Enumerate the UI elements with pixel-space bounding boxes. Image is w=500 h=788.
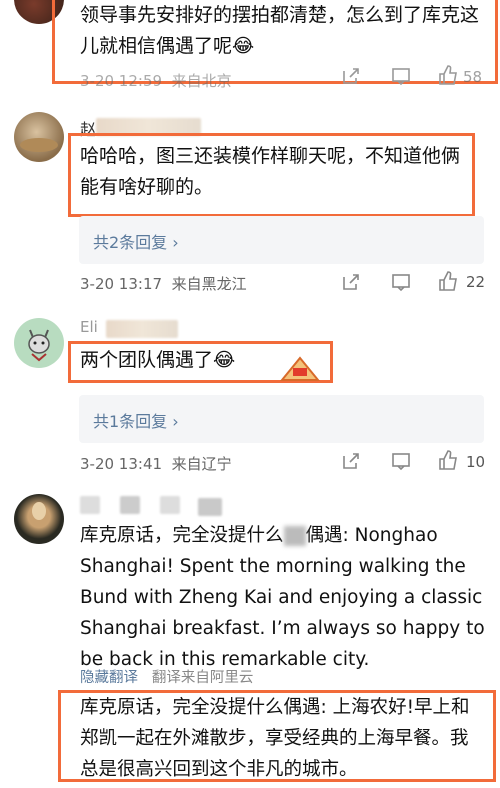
like-count: 22 [466,273,486,291]
username-blurred [198,498,222,516]
translation-meta: 隐藏翻译 翻译来自阿里云 [80,666,253,687]
share-icon[interactable] [341,66,361,86]
comment-timestamp: 3-20 13:41 来自辽宁 [80,455,232,473]
blurred-word [283,526,306,546]
comment-icon[interactable] [391,272,411,292]
comment-text: 哈哈哈，图三还装模作样聊天呢，不知道他俩能有啥好聊的。 [80,145,461,198]
badge-icon [280,356,320,381]
avatar[interactable] [14,494,64,544]
like-count: 10 [466,453,486,471]
avatar[interactable] [14,318,64,368]
like-count: 58 [463,68,483,86]
username-blurred [80,496,100,514]
share-icon[interactable] [341,451,361,471]
username-blurred [160,496,180,514]
comment-text: 领导事先安排好的摆拍都清楚，怎么到了库克这儿就相信偶遇了呢😂 [80,4,480,57]
comment-icon[interactable] [391,451,411,471]
like-icon[interactable] [437,64,459,86]
comment-timestamp: 3-20 12:59 来自北京 [80,72,232,90]
replies-link[interactable]: 共2条回复 › [79,216,484,264]
dog-cartoon-icon [28,329,50,362]
username[interactable]: Eli [80,318,98,336]
comment-icon[interactable] [391,66,411,86]
avatar[interactable] [14,112,64,162]
hide-translation-link[interactable]: 隐藏翻译 [80,670,138,686]
comment-text: 库克原话，完全没提什么 偶遇: Nonghao Shanghai! Spent t… [80,525,485,670]
username-blurred [120,496,140,514]
translation-source: 翻译来自阿里云 [151,670,254,686]
comment-timestamp: 3-20 13:17 来自黑龙江 [80,275,247,293]
translated-text: 库克原话，完全没提什么偶遇: 上海农好!早上和郑凯一起在外滩散步，享受经典的上海… [80,697,470,780]
share-icon[interactable] [341,272,361,292]
username-blurred [106,320,178,338]
replies-link[interactable]: 共1条回复 › [79,395,484,443]
like-icon[interactable] [437,270,459,292]
like-icon[interactable] [437,449,459,471]
